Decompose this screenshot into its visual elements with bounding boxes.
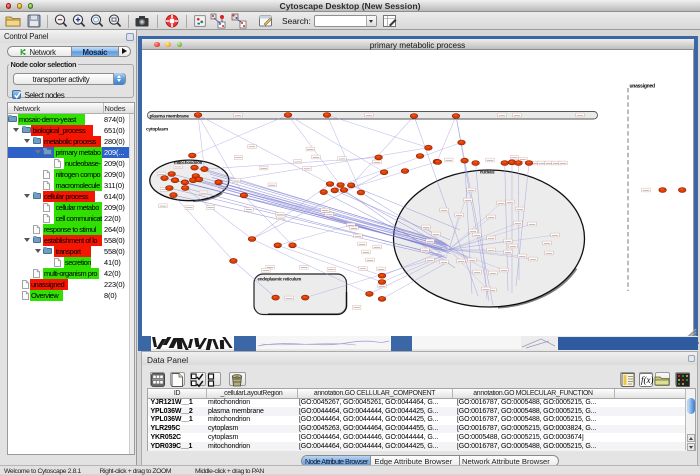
svg-text:nucleus: nucleus [480,170,495,175]
svg-text:unassigned: unassigned [630,84,655,90]
svg-text:endoplasmic reticulum: endoplasmic reticulum [258,277,302,282]
svg-text:cytoplasm: cytoplasm [146,127,169,133]
svg-text:mitochondrion: mitochondrion [174,160,203,165]
svg-text:f(x): f(x) [641,375,654,385]
svg-text:plasma membrane: plasma membrane [150,113,190,119]
